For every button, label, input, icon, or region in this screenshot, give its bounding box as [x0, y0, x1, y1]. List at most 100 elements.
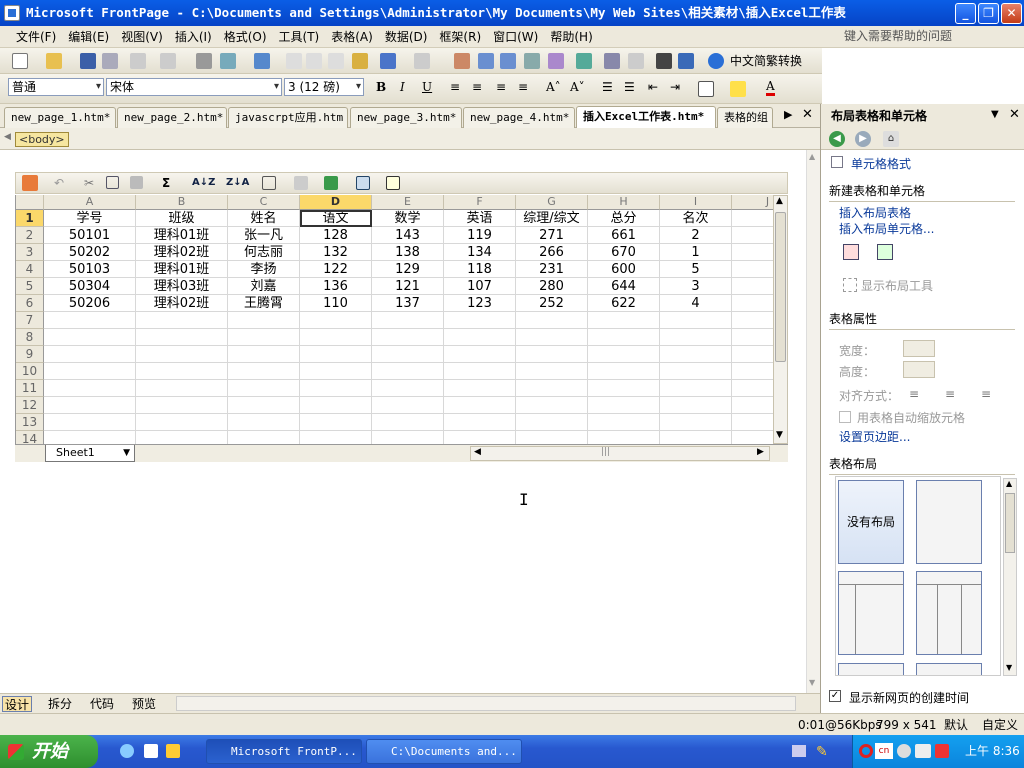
layout-option-four[interactable]: [838, 663, 904, 675]
spreadsheet-cell[interactable]: [588, 363, 660, 380]
spreadsheet-cell[interactable]: [660, 414, 732, 431]
hscroll-left-icon[interactable]: ◀: [474, 447, 481, 457]
draw-layout-table-icon[interactable]: [843, 244, 859, 260]
insert-picture-icon[interactable]: [524, 53, 540, 69]
column-header[interactable]: F: [444, 195, 516, 210]
forward-icon[interactable]: ▶: [855, 131, 871, 147]
gallery-scroll-thumb[interactable]: [1005, 493, 1015, 553]
spreadsheet-cell[interactable]: [732, 363, 773, 380]
menu-window[interactable]: 窗口(W): [487, 26, 544, 48]
commands-options-icon[interactable]: [356, 176, 370, 190]
spreadsheet-cell[interactable]: 50304: [44, 278, 136, 295]
tab-javascript[interactable]: javascrpt应用.htm: [228, 107, 348, 128]
spreadsheet-cell[interactable]: 134: [444, 244, 516, 261]
shrink-font-icon[interactable]: A˅: [570, 79, 585, 95]
draw-layout-cell-icon[interactable]: [877, 244, 893, 260]
preview-icon[interactable]: [220, 53, 236, 69]
copy-icon[interactable]: [306, 53, 322, 69]
layout-option-blank[interactable]: [916, 480, 982, 564]
spreadsheet-cell[interactable]: [732, 346, 773, 363]
spreadsheet-cell[interactable]: 李扬: [228, 261, 300, 278]
tray-antivirus-icon[interactable]: [935, 744, 949, 758]
sheet-tab[interactable]: Sheet1 ▼: [45, 445, 135, 462]
size-select[interactable]: 3 (12 磅): [284, 78, 364, 96]
italic-icon[interactable]: I: [400, 79, 405, 95]
indent-icon[interactable]: ⇥: [670, 79, 680, 95]
grid-scroll-up-icon[interactable]: ▲: [776, 196, 783, 206]
cell-format-link[interactable]: 单元格格式: [851, 155, 911, 172]
spreadsheet-cell[interactable]: [660, 312, 732, 329]
spreadsheet-cell[interactable]: [588, 380, 660, 397]
spreadsheet-cell[interactable]: [732, 329, 773, 346]
row-header[interactable]: 1: [16, 210, 44, 227]
spreadsheet-cell[interactable]: [228, 363, 300, 380]
spreadsheet-cell[interactable]: [372, 329, 444, 346]
pane-dropdown-icon[interactable]: ▼: [991, 109, 999, 120]
hyperlink-icon[interactable]: [576, 53, 592, 69]
spreadsheet-cell[interactable]: [444, 363, 516, 380]
borders-icon[interactable]: [698, 81, 714, 97]
view-preview-button[interactable]: 预览: [130, 696, 156, 712]
web-component-icon[interactable]: [454, 53, 470, 69]
align-right-icon[interactable]: ≡: [496, 79, 506, 95]
close-button[interactable]: ✕: [1001, 3, 1022, 24]
spreadsheet-cell[interactable]: [588, 346, 660, 363]
help-icon[interactable]: [708, 53, 724, 69]
spreadsheet-cell[interactable]: [228, 312, 300, 329]
spreadsheet-cell[interactable]: 138: [372, 244, 444, 261]
gallery-down-icon[interactable]: ▼: [1006, 663, 1012, 672]
spreadsheet-cell[interactable]: [228, 380, 300, 397]
row-header[interactable]: 10: [16, 363, 44, 380]
spelling-icon[interactable]: [254, 53, 270, 69]
spreadsheet-cell[interactable]: 王腾霄: [228, 295, 300, 312]
hscroll-right-icon[interactable]: ▶: [757, 447, 764, 457]
menu-view[interactable]: 视图(V): [115, 26, 169, 48]
spreadsheet-cell[interactable]: 670: [588, 244, 660, 261]
set-margins-link[interactable]: 设置页边距...: [839, 428, 910, 445]
spreadsheet-cell[interactable]: [732, 397, 773, 414]
row-header[interactable]: 14: [16, 431, 44, 444]
spreadsheet-cell[interactable]: 231: [516, 261, 588, 278]
grow-font-icon[interactable]: A˄: [546, 79, 561, 95]
spreadsheet-cell[interactable]: [732, 210, 773, 227]
spreadsheet-cell[interactable]: 271: [516, 227, 588, 244]
style-select[interactable]: 普通: [8, 78, 104, 96]
spreadsheet-cell[interactable]: [44, 397, 136, 414]
spreadsheet-cell[interactable]: [444, 329, 516, 346]
grid-horizontal-scrollbar[interactable]: ◀ ||| ▶: [470, 446, 770, 461]
spreadsheet-cell[interactable]: [136, 380, 228, 397]
tray-clock[interactable]: 上午 8:36: [965, 735, 1020, 768]
tray-clock-icon[interactable]: [897, 744, 911, 758]
spreadsheet-cell[interactable]: [136, 329, 228, 346]
layer-icon[interactable]: [500, 53, 516, 69]
refresh-data-icon[interactable]: [294, 176, 308, 190]
spreadsheet-cell[interactable]: [136, 363, 228, 380]
editor-vertical-scrollbar[interactable]: ▲ ▼: [806, 150, 820, 693]
spreadsheet-cell[interactable]: 280: [516, 278, 588, 295]
spreadsheet-cell[interactable]: [516, 431, 588, 444]
bookmark-icon[interactable]: [678, 53, 694, 69]
office-logo-icon[interactable]: [22, 175, 38, 191]
spreadsheet-cell[interactable]: 张一凡: [228, 227, 300, 244]
sort-descending-icon[interactable]: Z↓A: [226, 175, 249, 191]
spreadsheet-cell[interactable]: 何志丽: [228, 244, 300, 261]
spreadsheet-cell[interactable]: 50101: [44, 227, 136, 244]
spreadsheet-cell[interactable]: 50202: [44, 244, 136, 261]
minimize-button[interactable]: _: [955, 3, 976, 24]
gallery-up-icon[interactable]: ▲: [1006, 479, 1012, 488]
row-header[interactable]: 4: [16, 261, 44, 278]
spreadsheet-cell[interactable]: [588, 431, 660, 444]
column-header[interactable]: I: [660, 195, 732, 210]
insert-layout-cell-link[interactable]: 插入布局单元格...: [839, 220, 934, 237]
width-field[interactable]: [903, 340, 935, 357]
spreadsheet-cell[interactable]: [588, 414, 660, 431]
spreadsheet-cell[interactable]: [516, 363, 588, 380]
view-code-button[interactable]: 代码: [88, 696, 114, 712]
tray-keyboard-icon[interactable]: [915, 744, 931, 758]
column-header[interactable]: D: [300, 195, 372, 210]
show-layout-tools[interactable]: 显示布局工具: [861, 277, 933, 294]
bottom-horizontal-scrollbar[interactable]: [176, 696, 796, 711]
start-button[interactable]: 开始: [0, 735, 98, 768]
spreadsheet-cell[interactable]: [732, 312, 773, 329]
spreadsheet-cell[interactable]: [444, 397, 516, 414]
